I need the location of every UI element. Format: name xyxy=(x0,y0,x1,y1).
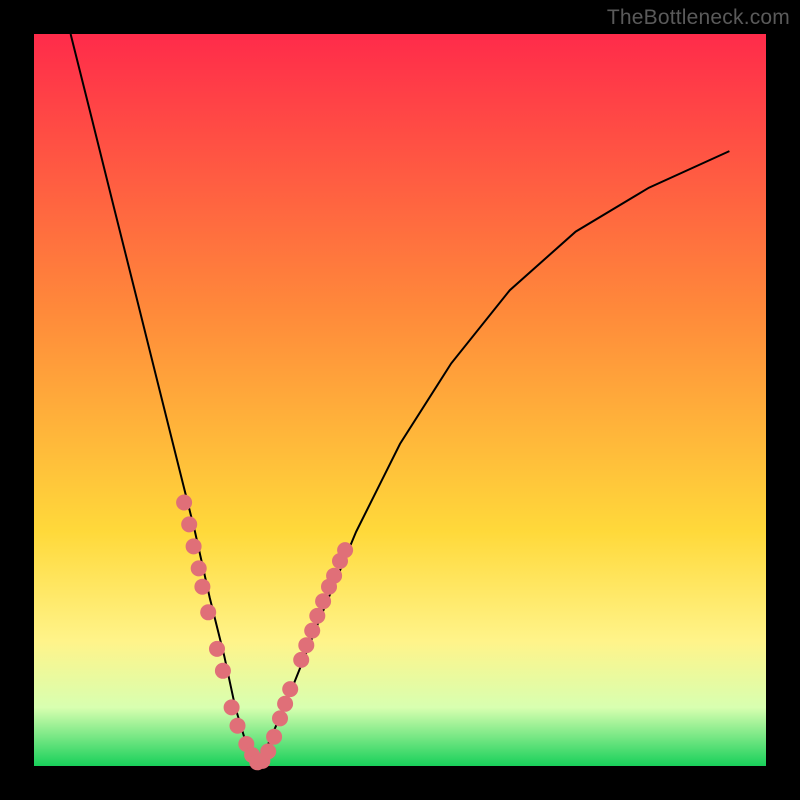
data-point xyxy=(272,710,288,726)
bottleneck-curve xyxy=(71,34,730,762)
data-point xyxy=(186,538,202,554)
data-point xyxy=(326,568,342,584)
data-point xyxy=(176,495,192,511)
data-point xyxy=(215,663,231,679)
data-point xyxy=(191,560,207,576)
data-point xyxy=(260,743,276,759)
data-point xyxy=(298,637,314,653)
data-point xyxy=(230,718,246,734)
data-point xyxy=(209,641,225,657)
data-point xyxy=(337,542,353,558)
data-point xyxy=(282,681,298,697)
watermark-text: TheBottleneck.com xyxy=(607,6,790,30)
data-point xyxy=(309,608,325,624)
data-point xyxy=(194,579,210,595)
data-point xyxy=(200,604,216,620)
data-point xyxy=(293,652,309,668)
data-point xyxy=(277,696,293,712)
chart-frame: TheBottleneck.com xyxy=(0,0,800,800)
data-point xyxy=(304,623,320,639)
data-point xyxy=(181,516,197,532)
data-point xyxy=(224,699,240,715)
plot-area xyxy=(34,34,766,766)
curve-layer xyxy=(34,34,766,766)
data-points-group xyxy=(176,495,353,771)
data-point xyxy=(315,593,331,609)
data-point xyxy=(266,729,282,745)
